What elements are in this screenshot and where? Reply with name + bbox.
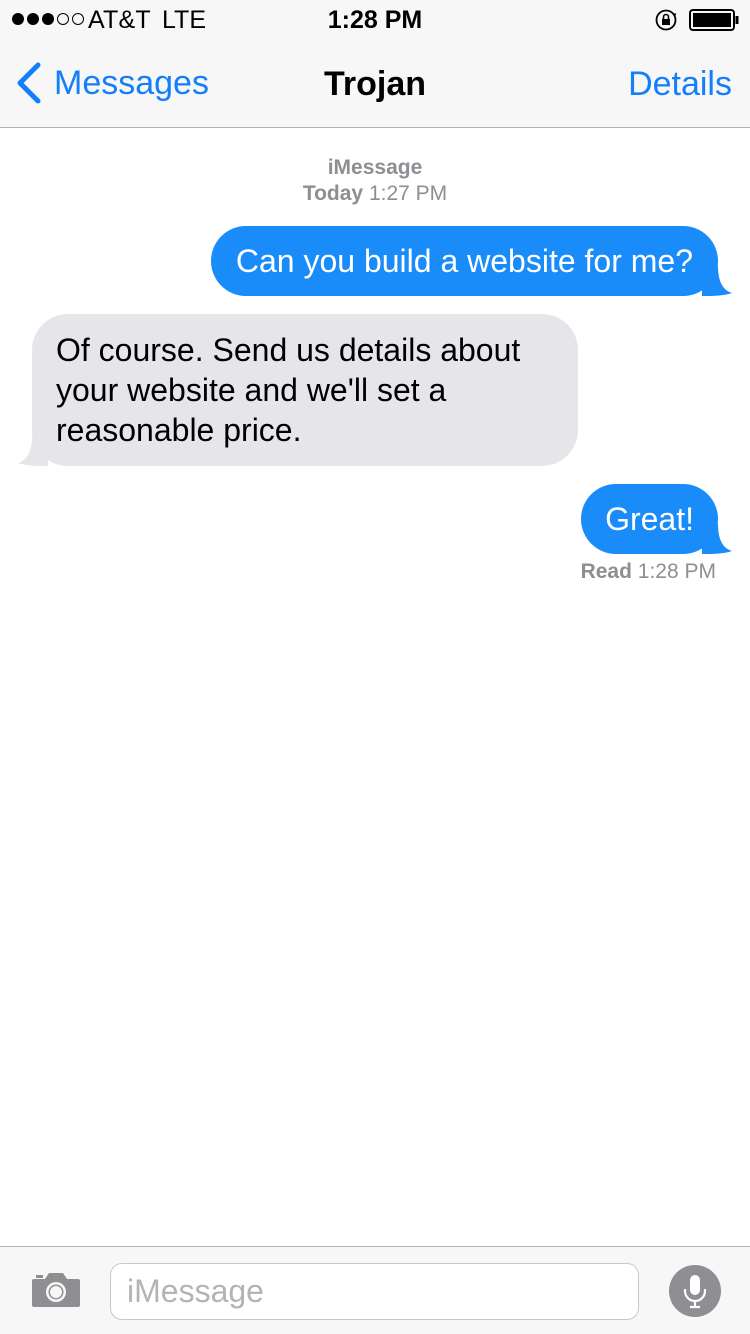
- date-label: Today: [302, 182, 364, 205]
- received-message-bubble[interactable]: Of course. Send us details about your we…: [18, 314, 578, 466]
- conversation-view[interactable]: iMessage Today 1:27 PM Can you build a w…: [0, 128, 750, 1246]
- orientation-lock-icon: [655, 9, 677, 31]
- message-input-bar: [0, 1246, 750, 1334]
- microphone-button[interactable]: [669, 1265, 721, 1317]
- message-text: Can you build a website for me?: [235, 243, 693, 279]
- status-bar: AT&T LTE 1:28 PM: [0, 0, 750, 40]
- message-text: Of course. Send us details about your we…: [56, 332, 521, 448]
- sent-message-bubble[interactable]: Can you build a website for me?: [210, 226, 732, 296]
- camera-icon[interactable]: [30, 1271, 82, 1309]
- battery-icon: [689, 9, 739, 31]
- service-label: iMessage: [327, 156, 423, 179]
- microphone-icon: [683, 1275, 707, 1309]
- message-field[interactable]: [110, 1263, 639, 1320]
- details-button[interactable]: Details: [628, 65, 732, 104]
- message-input[interactable]: [111, 1264, 638, 1319]
- navigation-bar: Messages Trojan Details: [0, 40, 750, 128]
- conversation-timestamp: Today 1:27 PM: [0, 182, 750, 206]
- message-text: Great!: [605, 501, 694, 537]
- status-time: 1:28 PM: [327, 6, 423, 34]
- receipt-time: 1:28 PM: [637, 560, 716, 583]
- read-receipt: Read 1:28 PM: [581, 560, 716, 584]
- receipt-label: Read: [580, 560, 632, 583]
- bubble-tail: [18, 436, 48, 466]
- bubble-tail: [702, 266, 732, 296]
- date-time: 1:27 PM: [368, 182, 448, 205]
- bubble-tail: [702, 524, 732, 554]
- sent-message-bubble[interactable]: Great!: [581, 484, 732, 554]
